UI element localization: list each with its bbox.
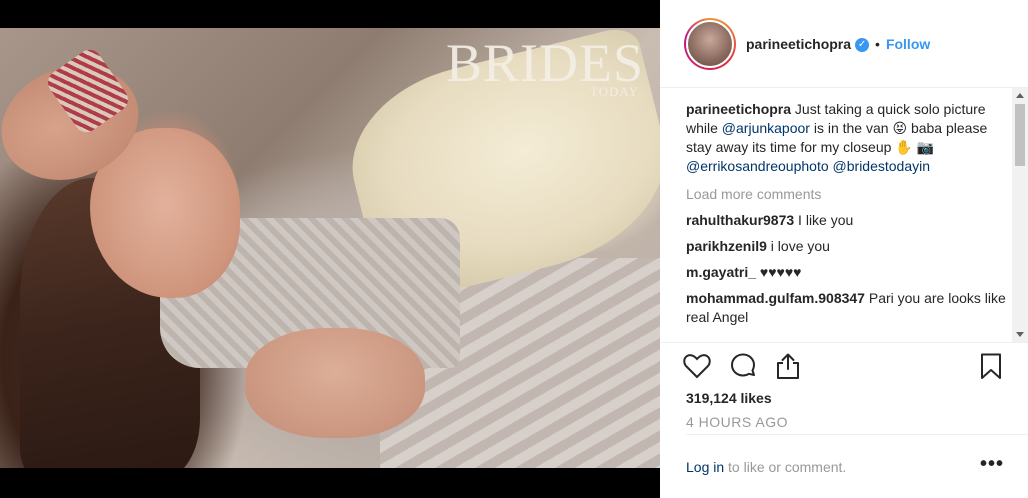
comment-icon[interactable] — [728, 351, 758, 381]
magazine-subtitle: TODAY — [590, 84, 640, 99]
comment-text: i love you — [766, 238, 830, 254]
emoji: 😝 — [892, 120, 908, 136]
emoji: ✋ — [895, 139, 913, 155]
load-more-comments-button[interactable]: Load more comments — [686, 185, 1012, 204]
verified-badge-icon: ✓ — [855, 37, 870, 52]
post-header: parineetichopra ✓ • Follow — [660, 0, 1028, 88]
login-prompt: Log in to like or comment. — [686, 459, 846, 475]
comment-username[interactable]: m.gayatri_ — [686, 264, 756, 280]
post-timestamp[interactable]: 4 HOURS AGO — [686, 414, 788, 430]
caption-text: is in the van — [809, 120, 893, 136]
caption: parineetichopra Just taking a quick solo… — [686, 100, 1012, 176]
heart-icon[interactable] — [682, 351, 712, 381]
comments-list[interactable]: parineetichopra Just taking a quick solo… — [686, 100, 1012, 340]
comment-text: ♥♥♥♥♥ — [756, 264, 802, 280]
more-options-icon[interactable]: ••• — [980, 453, 1004, 476]
comment-username[interactable]: parikhzenil9 — [686, 238, 767, 254]
post-photo-area: BRIDES TODAY — [0, 0, 660, 498]
comment-item: mohammad.gulfam.908347 Pari you are look… — [686, 289, 1012, 327]
mention-link[interactable]: @arjunkapoor — [722, 120, 810, 136]
follow-button[interactable]: Follow — [886, 36, 930, 52]
magazine-title: BRIDES — [446, 33, 645, 93]
scrollbar-thumb[interactable] — [1015, 104, 1025, 166]
scroll-down-arrow-icon[interactable] — [1016, 332, 1024, 337]
emoji: 📷 — [916, 139, 935, 155]
avatar-story-ring[interactable] — [684, 17, 736, 70]
caption-username[interactable]: parineetichopra — [686, 101, 791, 117]
comment-item: m.gayatri_ ♥♥♥♥♥ — [686, 263, 1012, 282]
bookmark-icon[interactable] — [976, 351, 1006, 381]
comment-username[interactable]: mohammad.gulfam.908347 — [686, 290, 865, 306]
comment-item: rahulthakur9873 I like you — [686, 211, 1012, 230]
login-prompt-text: to like or comment. — [724, 459, 847, 475]
action-bar — [660, 342, 1028, 392]
scroll-up-arrow-icon[interactable] — [1016, 93, 1024, 98]
comment-username[interactable]: rahulthakur9873 — [686, 212, 794, 228]
comments-scrollbar[interactable] — [1012, 88, 1028, 342]
comment-text: I like you — [794, 212, 854, 228]
share-icon[interactable] — [773, 351, 803, 381]
likes-count[interactable]: 319,124 likes — [686, 390, 772, 406]
mention-link[interactable]: @bridestodayin — [833, 158, 931, 174]
avatar[interactable] — [686, 19, 734, 68]
post-photo[interactable]: BRIDES TODAY — [0, 28, 660, 468]
mention-link[interactable]: @errikosandreouphoto — [686, 158, 829, 174]
header-username[interactable]: parineetichopra — [746, 36, 851, 52]
login-link[interactable]: Log in — [686, 459, 724, 475]
comment-item: parikhzenil9 i love you — [686, 237, 1012, 256]
header-separator: • — [875, 35, 880, 52]
post-info-panel: parineetichopra ✓ • Follow parineetichop… — [660, 0, 1028, 498]
comment-footer: Log in to like or comment. ••• — [686, 434, 1028, 498]
photo-midriff — [245, 328, 425, 438]
